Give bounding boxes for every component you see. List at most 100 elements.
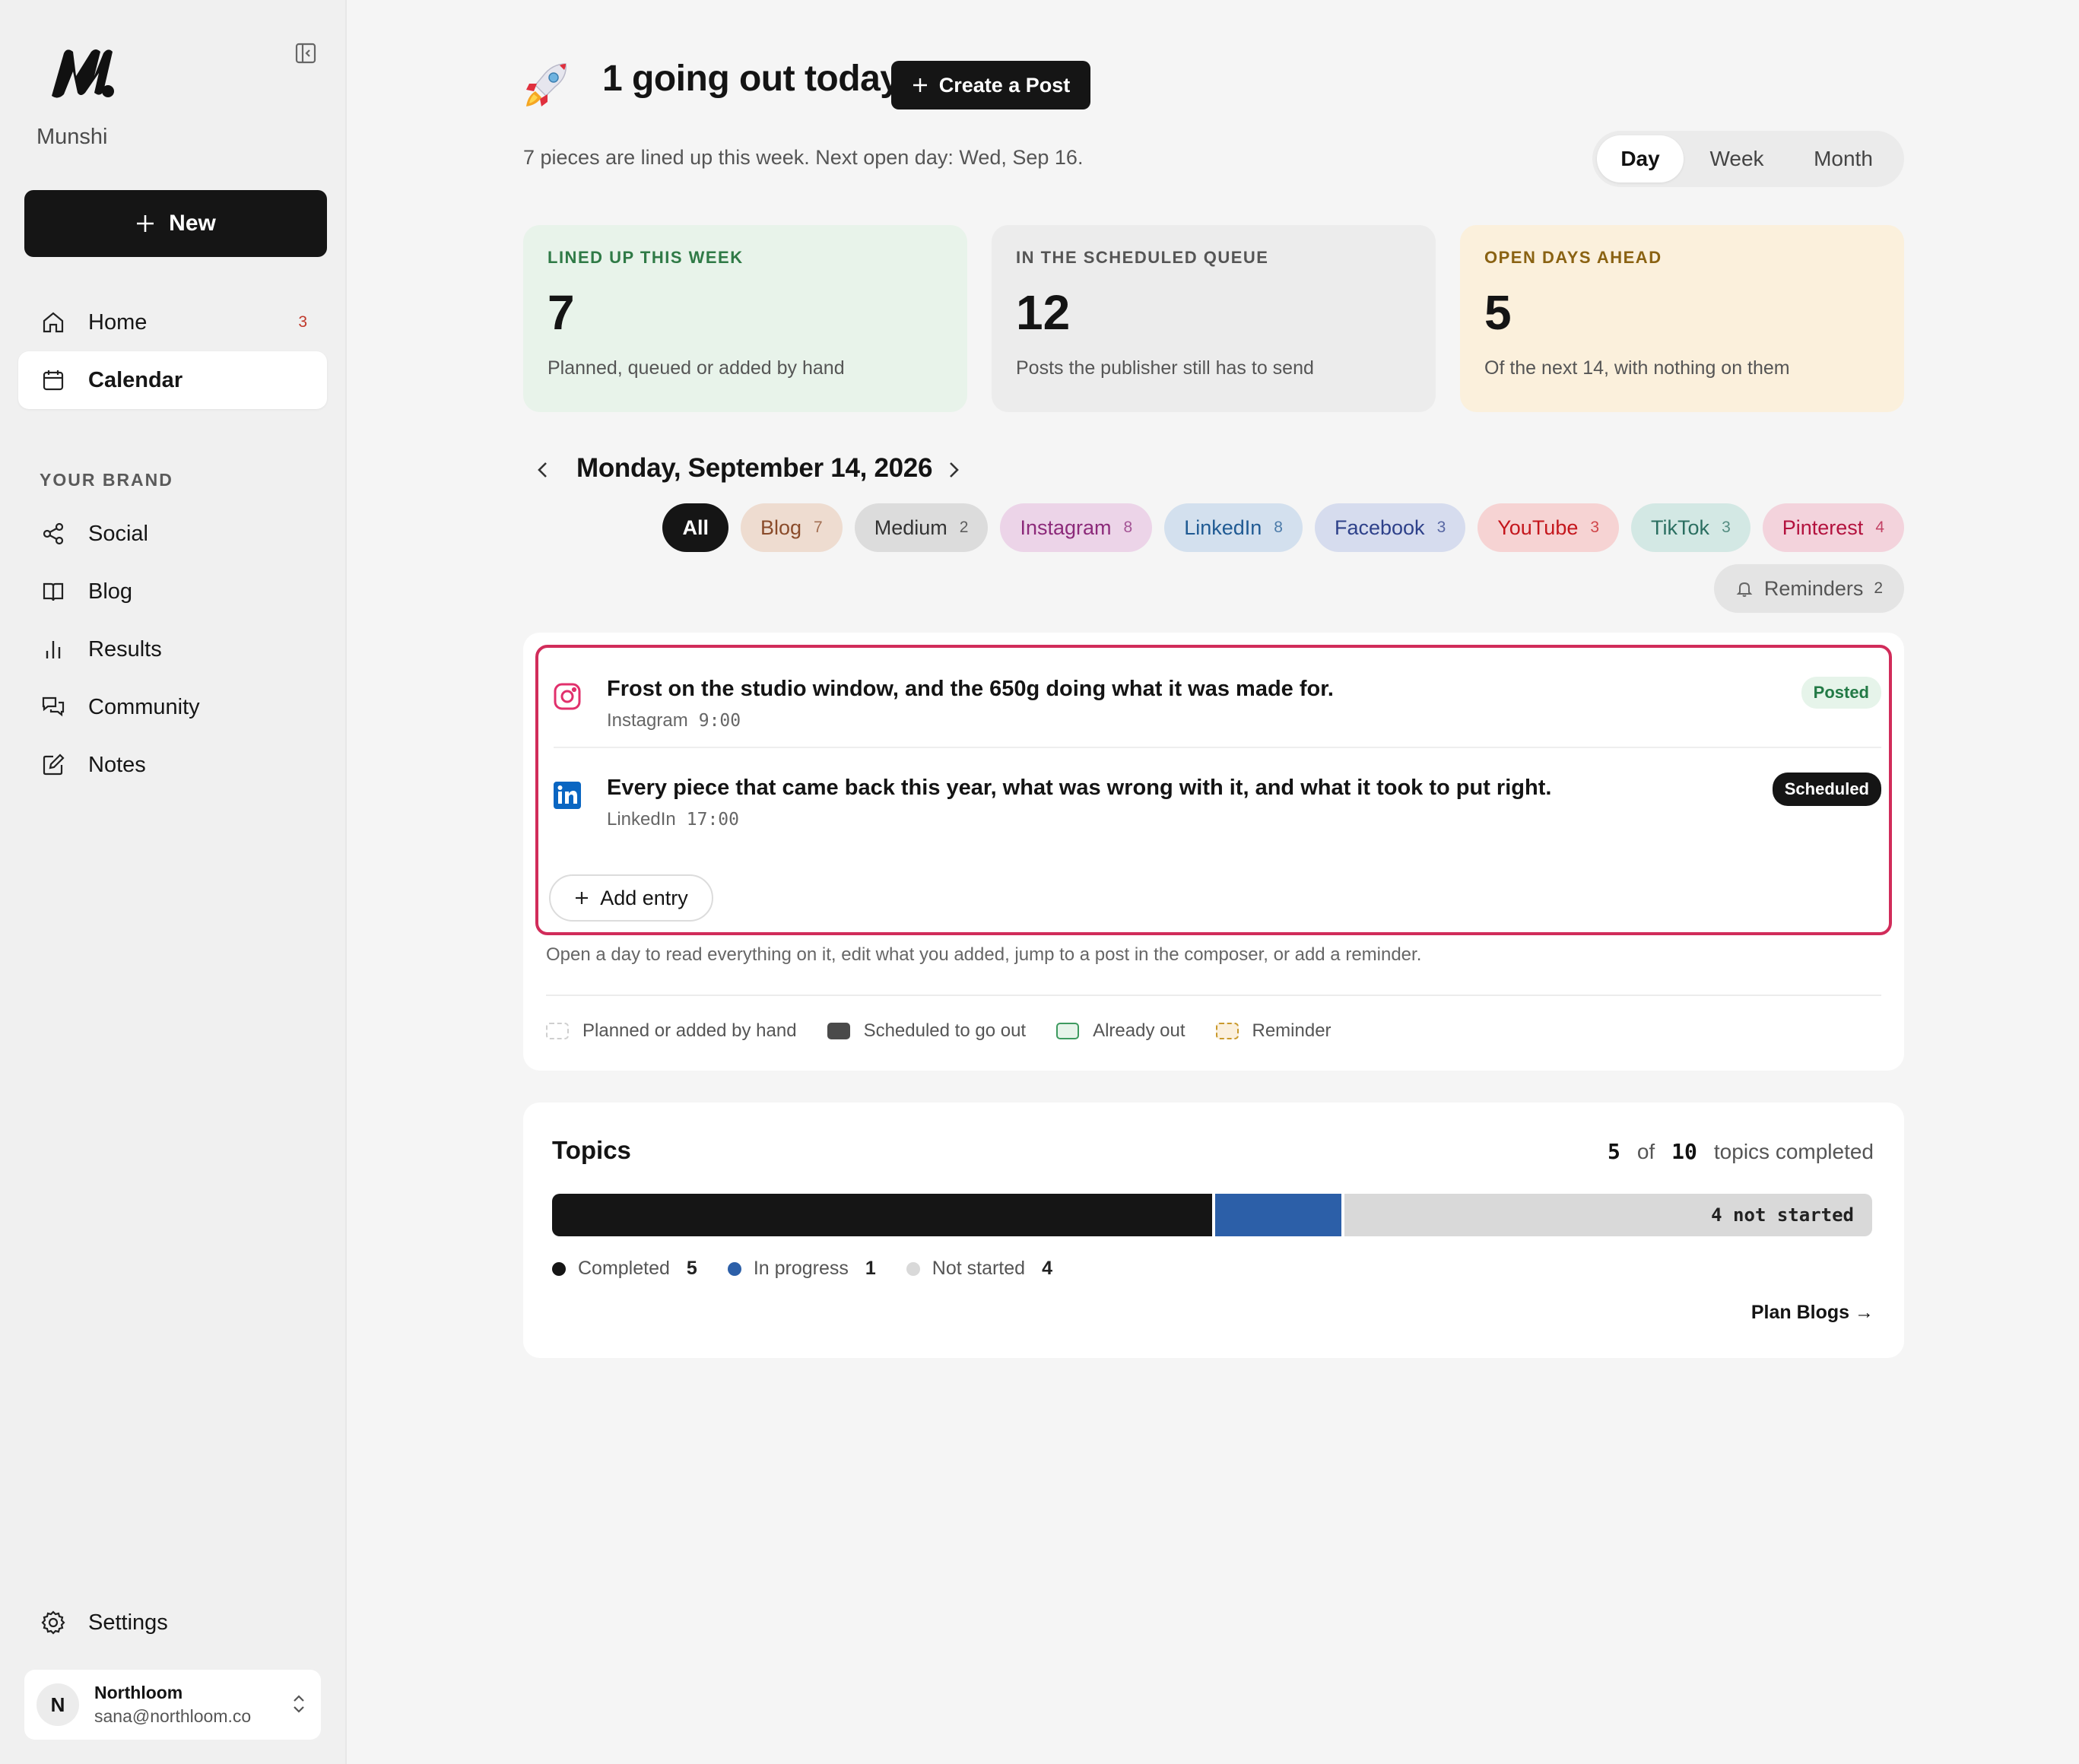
day-panel: Frost on the studio window, and the 650g… xyxy=(523,633,1904,1071)
legend-label: Already out xyxy=(1093,1020,1186,1041)
view-month[interactable]: Month xyxy=(1790,135,1896,182)
legend-in-progress: In progress 1 xyxy=(727,1258,876,1280)
add-entry-button[interactable]: Add entry xyxy=(549,874,713,922)
new-button-label: New xyxy=(169,211,216,236)
legend-dot xyxy=(906,1261,920,1276)
week-summary: 7 pieces are lined up this week. Next op… xyxy=(523,146,1084,169)
stat-value: 7 xyxy=(548,285,575,340)
home-icon xyxy=(40,309,67,336)
plus-icon xyxy=(576,892,589,904)
legend-label: Scheduled to go out xyxy=(863,1020,1027,1041)
create-post-button[interactable]: Create a Post xyxy=(891,61,1090,109)
chip-count: 4 xyxy=(1875,519,1884,536)
topics-suffix: topics completed xyxy=(1713,1140,1874,1163)
filter-all[interactable]: All xyxy=(662,503,728,552)
sidebar-item-results[interactable]: Results xyxy=(18,620,327,678)
chip-label: Medium xyxy=(874,516,947,539)
sidebar-item-label: Social xyxy=(88,521,148,546)
filter-pinterest[interactable]: Pinterest 4 xyxy=(1762,503,1904,552)
sidebar-item-community[interactable]: Community xyxy=(18,678,327,736)
day-entries: Frost on the studio window, and the 650g… xyxy=(535,645,1892,935)
entry-network: Instagram xyxy=(607,710,688,731)
filter-blog[interactable]: Blog 7 xyxy=(741,503,843,552)
new-button[interactable]: New xyxy=(24,190,327,257)
sidebar-item-home[interactable]: Home 3 xyxy=(18,293,327,351)
legend-count: 5 xyxy=(686,1258,697,1279)
stat-label: LINED UP THIS WEEK xyxy=(548,248,744,267)
add-entry-label: Add entry xyxy=(600,886,688,909)
legend-label: Completed xyxy=(578,1258,670,1279)
entry-meta: LinkedIn 17:00 xyxy=(607,809,739,830)
view-week[interactable]: Week xyxy=(1684,135,1790,182)
chip-count: 8 xyxy=(1274,519,1283,536)
account-name: Northloom xyxy=(94,1683,183,1702)
entry-title: Frost on the studio window, and the 650g… xyxy=(607,677,1334,701)
sidebar-item-label: Blog xyxy=(88,579,133,604)
stat-value: 12 xyxy=(1016,285,1071,340)
previous-day-button[interactable] xyxy=(529,456,557,484)
sidebar-item-calendar[interactable]: Calendar xyxy=(18,351,327,409)
entry-time: 17:00 xyxy=(686,810,739,830)
view-day[interactable]: Day xyxy=(1597,135,1684,182)
main-content: 1 going out today Create a Post 7 pieces… xyxy=(347,0,2079,1764)
entry-time: 9:00 xyxy=(698,711,741,731)
legend-swatch xyxy=(1215,1023,1239,1039)
legend-completed: Completed 5 xyxy=(552,1258,697,1280)
chip-label: Reminders xyxy=(1763,576,1864,600)
stat-desc: Of the next 14, with nothing on them xyxy=(1484,357,1790,379)
stat-value: 5 xyxy=(1484,285,1512,340)
sidebar-item-social[interactable]: Social xyxy=(18,505,327,563)
filter-tiktok[interactable]: TikTok 3 xyxy=(1631,503,1750,552)
status-badge: Scheduled xyxy=(1772,773,1881,806)
bell-icon xyxy=(1736,582,1753,597)
filter-medium[interactable]: Medium 2 xyxy=(854,503,989,552)
sidebar: Munshi New Home 3 Calendar YOUR BRAND So… xyxy=(0,0,347,1764)
view-toggle: Day Week Month xyxy=(1592,131,1904,187)
sidebar-item-label: Calendar xyxy=(88,367,183,392)
next-day-button[interactable] xyxy=(940,456,967,484)
entry-network: LinkedIn xyxy=(607,809,676,830)
sidebar-item-settings[interactable]: Settings xyxy=(18,1594,327,1651)
list-item[interactable]: Frost on the studio window, and the 650g… xyxy=(538,648,1889,748)
chip-count: 8 xyxy=(1123,519,1133,536)
legend-label: Reminder xyxy=(1252,1020,1332,1041)
topics-title: Topics xyxy=(552,1136,631,1164)
plan-blogs-link[interactable]: Plan Blogs → xyxy=(1751,1302,1874,1324)
legend-label: Not started xyxy=(932,1258,1026,1279)
filter-linkedin[interactable]: LinkedIn 8 xyxy=(1164,503,1303,552)
legend-count: 1 xyxy=(865,1258,876,1279)
chip-label: Blog xyxy=(760,516,802,539)
legend-count: 4 xyxy=(1042,1258,1052,1279)
topics-of: of xyxy=(1636,1140,1655,1163)
legend-not-started: Not started 4 xyxy=(906,1258,1052,1280)
collapse-sidebar-button[interactable] xyxy=(292,40,319,67)
sidebar-item-label: Home xyxy=(88,309,148,335)
filter-facebook[interactable]: Facebook 3 xyxy=(1314,503,1466,552)
filter-youtube[interactable]: YouTube 3 xyxy=(1478,503,1620,552)
status-badge: Posted xyxy=(1801,677,1881,709)
chip-label: Pinterest xyxy=(1782,516,1864,539)
account-switcher[interactable]: N Northloom sana@northloom.co xyxy=(24,1670,321,1740)
create-post-label: Create a Post xyxy=(938,73,1071,97)
chip-label: All xyxy=(682,516,709,539)
book-icon xyxy=(40,578,67,605)
status-legend: Planned or added by hand Scheduled to go… xyxy=(546,1020,1332,1042)
topics-card: Topics 5 of 10 topics completed 4 not st… xyxy=(523,1102,1904,1358)
chevron-updown-icon xyxy=(294,1695,304,1713)
chat-icon xyxy=(40,693,67,721)
chip-label: Instagram xyxy=(1020,516,1112,539)
chevron-right-icon xyxy=(950,462,959,477)
filter-instagram[interactable]: Instagram 8 xyxy=(1000,503,1153,552)
chip-count: 2 xyxy=(959,519,969,536)
filter-reminders[interactable]: Reminders 2 xyxy=(1714,564,1904,613)
sidebar-item-notes[interactable]: Notes xyxy=(18,736,327,794)
sidebar-item-blog[interactable]: Blog xyxy=(18,563,327,620)
instagram-icon xyxy=(554,683,581,710)
entry-title: Every piece that came back this year, wh… xyxy=(607,776,1552,800)
bar-chart-icon xyxy=(40,636,67,663)
edit-icon xyxy=(40,751,67,779)
progress-completed xyxy=(552,1194,1212,1236)
progress-label: 4 not started xyxy=(1711,1204,1854,1226)
list-item[interactable]: Every piece that came back this year, wh… xyxy=(538,747,1889,846)
sidebar-item-label: Notes xyxy=(88,752,146,777)
